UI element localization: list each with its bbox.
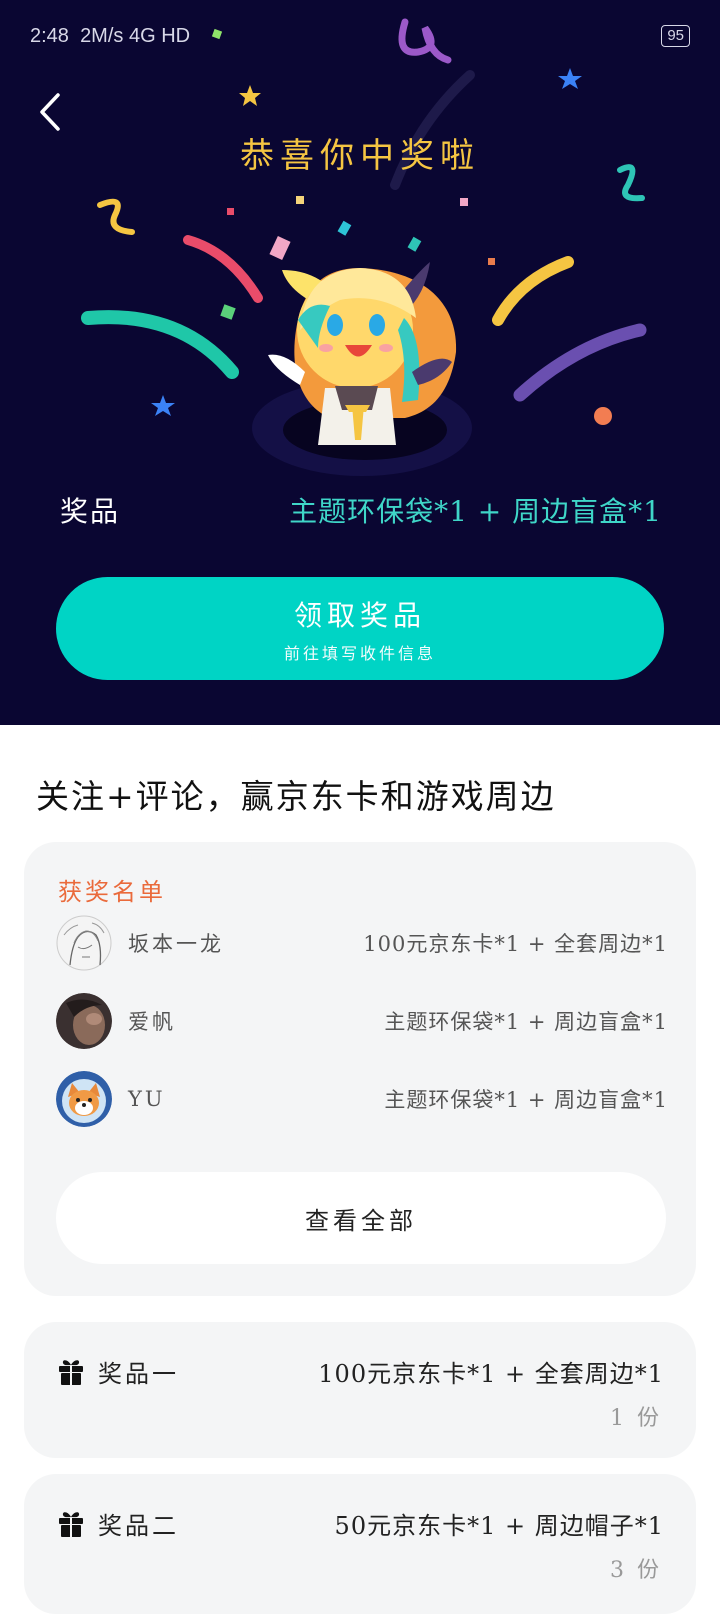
claim-button-subtitle: 前往填写收件信息 [283,643,436,663]
celebration-banner: 2:48 2M/s 4G HD 95 恭喜你中奖啦 奖品 主题环保袋*1 + 周… [0,0,720,725]
tier-header: 奖品一 [58,1354,179,1389]
avatar [56,993,112,1049]
prize-value: 主题环保袋*1 + 周边盲盒*1 [289,495,662,528]
winner-row[interactable]: YU 主题环保袋*1 + 周边盲盒*1 [56,1070,668,1128]
tier-count: 1 份 [610,1406,662,1431]
battery-icon: 95 [661,25,690,47]
status-left: 2:48 2M/s 4G HD [30,25,190,48]
winners-card: 获奖名单 坂本一龙 100元京东卡*1 + 全套周边*1 爱帆 主题环保袋*1 … [24,842,696,1296]
winner-prize: 主题环保袋*1 + 周边盲盒*1 [384,1010,668,1034]
congrats-title: 恭喜你中奖啦 [240,136,480,176]
prize-row: 奖品 主题环保袋*1 + 周边盲盒*1 [60,488,662,532]
avatar [56,1071,112,1127]
tier-label: 奖品一 [98,1360,179,1388]
winner-prize: 主题环保袋*1 + 周边盲盒*1 [384,1088,668,1112]
winner-name: YU [128,1087,166,1111]
winner-row[interactable]: 爱帆 主题环保袋*1 + 周边盲盒*1 [56,992,668,1050]
campaign-title: 关注+评论，赢京东卡和游戏周边 [36,777,556,816]
tier-header: 奖品二 [58,1506,179,1541]
tier-label: 奖品二 [98,1512,179,1540]
tier-prize: 100元京东卡*1 + 全套周边*1 [318,1360,664,1388]
tier-count: 3 份 [610,1558,662,1583]
winner-name: 爱帆 [128,1010,176,1034]
chevron-left-icon [40,93,60,131]
see-all-button[interactable]: 查看全部 [56,1172,666,1264]
claim-prize-button[interactable]: 领取奖品 前往填写收件信息 [56,577,664,680]
tier-prize: 50元京东卡*1 + 周边帽子*1 [334,1512,664,1540]
status-network: 2M/s 4G HD [80,24,191,47]
winner-name: 坂本一龙 [128,932,224,956]
avatar [56,915,112,971]
winner-prize: 100元京东卡*1 + 全套周边*1 [363,932,668,956]
prize-tier-card: 奖品二 50元京东卡*1 + 周边帽子*1 3 份 [24,1474,696,1614]
status-bar: 2:48 2M/s 4G HD 95 [30,22,690,50]
prize-label: 奖品 [60,495,121,528]
winner-row[interactable]: 坂本一龙 100元京东卡*1 + 全套周边*1 [56,914,668,972]
status-time: 2:48 [30,24,69,47]
winners-title: 获奖名单 [58,878,166,906]
gift-icon [59,1359,83,1385]
claim-button-label: 领取奖品 [293,598,426,632]
prize-tier-card: 奖品一 100元京东卡*1 + 全套周边*1 1 份 [24,1322,696,1458]
gift-icon [59,1511,83,1537]
